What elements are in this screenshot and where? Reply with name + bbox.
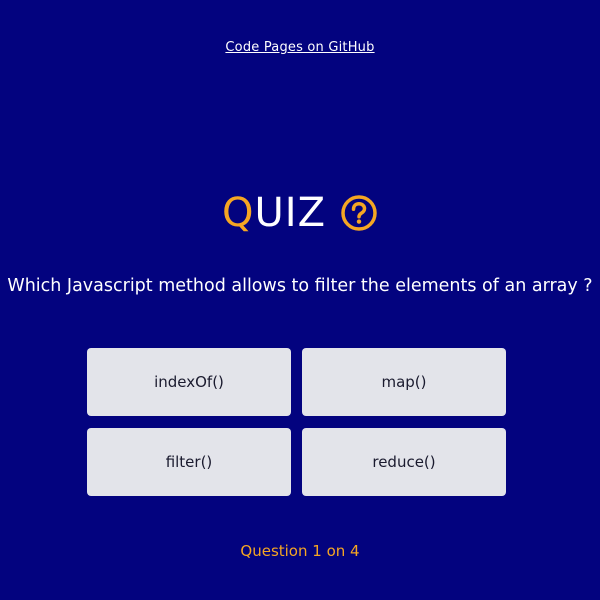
answer-grid: indexOf() map() filter() reduce()	[87, 348, 506, 496]
answer-button-reduce[interactable]: reduce()	[302, 428, 506, 496]
quiz-title: Q UIZ	[0, 188, 600, 238]
answer-button-map[interactable]: map()	[302, 348, 506, 416]
answer-button-filter[interactable]: filter()	[87, 428, 291, 496]
answer-button-indexof[interactable]: indexOf()	[87, 348, 291, 416]
question-circle-icon	[340, 194, 378, 232]
quiz-title-first-letter: Q	[222, 190, 255, 236]
github-link[interactable]: Code Pages on GitHub	[0, 40, 600, 55]
question-text: Which Javascript method allows to filter…	[7, 276, 593, 296]
quiz-title-rest: UIZ	[254, 190, 326, 236]
question-counter: Question 1 on 4	[240, 542, 360, 560]
